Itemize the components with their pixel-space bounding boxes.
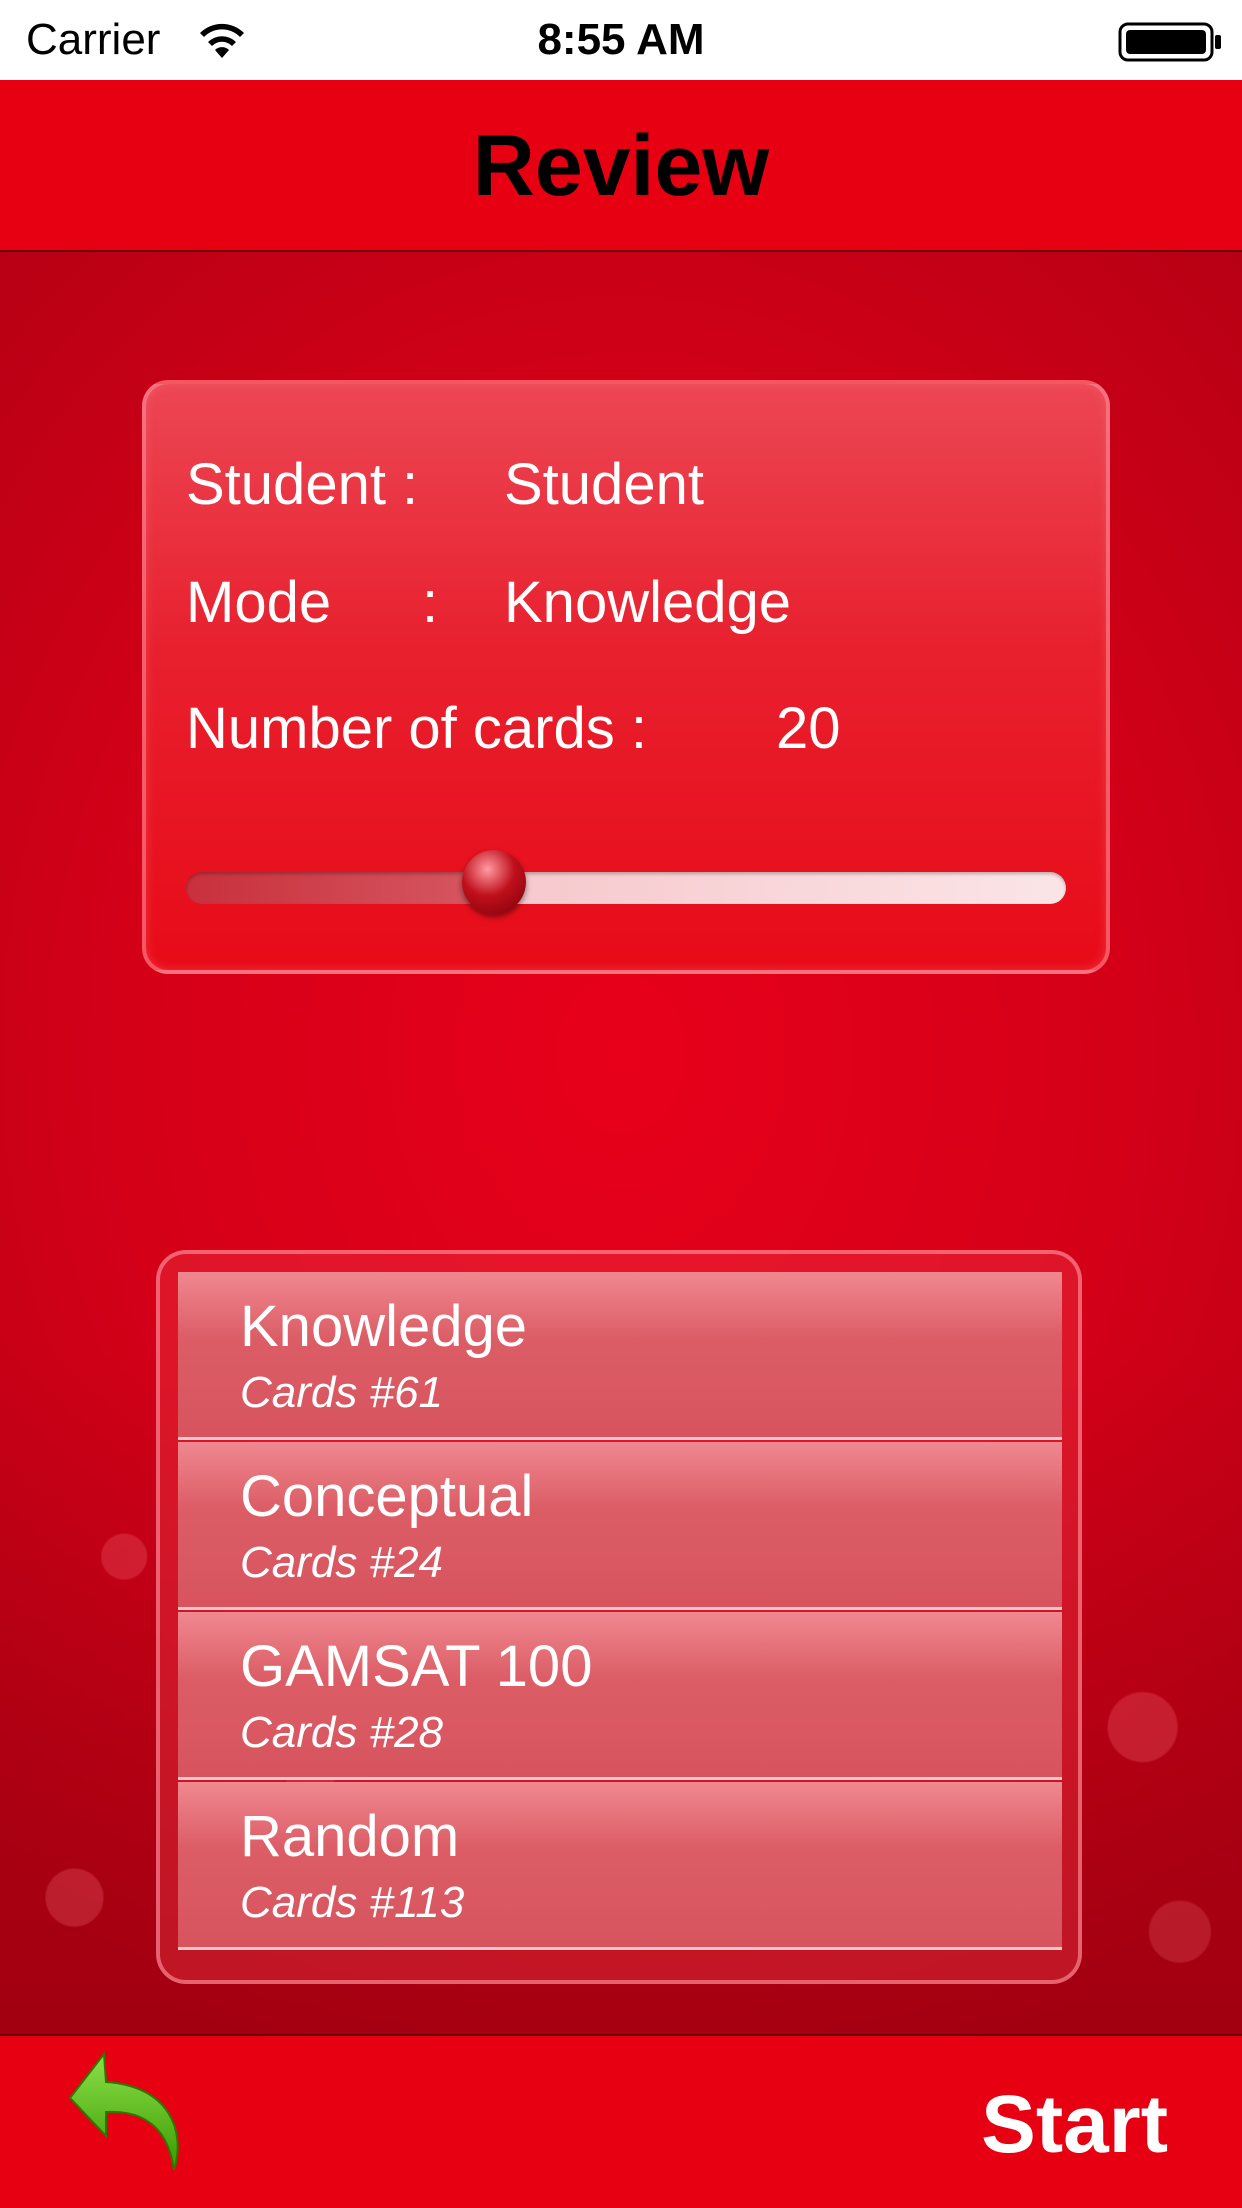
list-item-title: GAMSAT 100 xyxy=(240,1634,593,1699)
clock: 8:55 AM xyxy=(537,15,705,64)
cards-label: Number of cards : xyxy=(186,696,647,761)
list-item-title: Knowledge xyxy=(240,1294,527,1359)
list-item-random[interactable]: Random Cards #113 xyxy=(178,1782,1062,1950)
cards-row: Number of cards : 20 xyxy=(146,694,1106,764)
mode-label: Mode xyxy=(186,570,332,635)
mode-colon: : xyxy=(422,570,439,635)
list-item-conceptual[interactable]: Conceptual Cards #24 xyxy=(178,1442,1062,1610)
student-value: Student xyxy=(504,452,704,517)
cards-slider-thumb[interactable] xyxy=(462,850,526,914)
cards-slider-track[interactable] xyxy=(186,872,1066,904)
list-item-knowledge[interactable]: Knowledge Cards #61 xyxy=(178,1272,1062,1440)
list-item-title: Conceptual xyxy=(240,1464,534,1529)
list-item-subtitle: Cards #61 xyxy=(240,1368,444,1417)
list-item-subtitle: Cards #24 xyxy=(240,1538,444,1587)
list-item-subtitle: Cards #28 xyxy=(240,1708,444,1757)
nav-header: Review xyxy=(0,80,1242,252)
bottom-toolbar: Start xyxy=(0,2034,1242,2208)
cards-value: 20 xyxy=(776,696,841,761)
page-title: Review xyxy=(472,118,770,214)
list-item-title: Random xyxy=(240,1804,460,1869)
status-bar: Carrier 8:55 AM xyxy=(0,0,1242,80)
student-row: Student : Student xyxy=(146,450,1106,520)
review-settings-panel: Student : Student Mode : Knowledge Numbe… xyxy=(142,380,1110,974)
mode-row: Mode : Knowledge xyxy=(146,568,1106,638)
mode-value: Knowledge xyxy=(504,570,791,635)
back-arrow-icon[interactable] xyxy=(64,2046,214,2196)
student-label: Student : xyxy=(186,452,419,517)
start-button[interactable]: Start xyxy=(981,2080,1168,2170)
list-item-subtitle: Cards #113 xyxy=(240,1878,465,1927)
list-item-gamsat-100[interactable]: GAMSAT 100 Cards #28 xyxy=(178,1612,1062,1780)
battery-icon xyxy=(1118,22,1221,62)
